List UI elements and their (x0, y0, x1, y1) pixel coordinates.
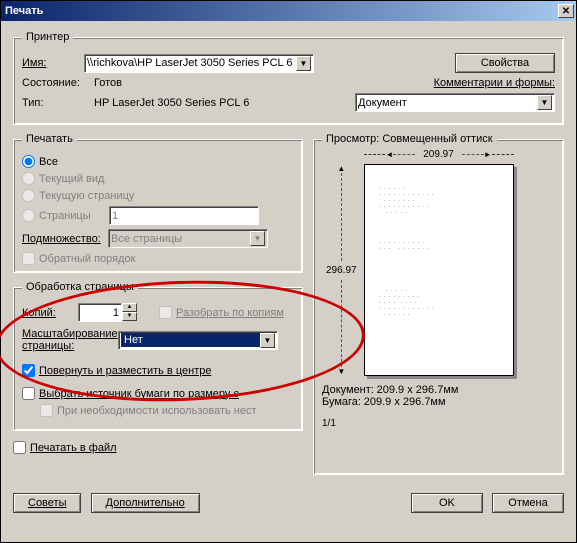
chevron-down-icon: ▼ (250, 231, 265, 246)
copies-input[interactable] (78, 303, 122, 322)
spin-up-icon[interactable]: ▲ (122, 303, 137, 312)
radio-current-page (22, 189, 35, 202)
handling-legend: Обработка страницы (22, 281, 138, 293)
radio-pages-label: Страницы (39, 210, 109, 222)
paper-value: 209.9 x 296.7мм (364, 396, 446, 408)
chevron-down-icon[interactable]: ▼ (537, 95, 552, 110)
source-label: Выбрать источник бумаги по размеру с (39, 388, 239, 400)
collate-checkbox (159, 306, 172, 319)
collate-label: Разобрать по копиям (176, 307, 284, 319)
print-to-file-label: Печатать в файл (30, 442, 117, 454)
width-dimension: ◄ 209.97 ► (364, 149, 514, 160)
reverse-checkbox (22, 252, 35, 265)
radio-all[interactable] (22, 155, 35, 168)
chevron-down-icon[interactable]: ▼ (296, 56, 311, 71)
tips-button[interactable]: Советы (13, 493, 81, 513)
width-value: 209.97 (423, 149, 454, 160)
comments-value: Документ (358, 97, 407, 109)
height-value: 296.97 (326, 265, 357, 276)
preview-legend: Просмотр: Совмещенный оттиск (322, 133, 497, 145)
state-value: Готов (94, 77, 122, 89)
cancel-button[interactable]: Отмена (492, 493, 564, 513)
paper-label: Бумага: (322, 396, 361, 408)
pages-input (109, 206, 259, 225)
comments-label: Комментарии и формы: (434, 77, 555, 89)
advanced-button[interactable]: Дополнительно (91, 493, 200, 513)
preview-group: Просмотр: Совмещенный оттиск ◄ 209.97 ► … (313, 133, 564, 475)
height-dimension: ▲ 296.97 ▼ (326, 164, 357, 376)
scale-label: Масштабирование страницы: (22, 328, 118, 352)
close-icon[interactable]: ✕ (558, 4, 574, 18)
reverse-label: Обратный порядок (39, 253, 135, 265)
radio-current-view-label: Текущий вид (39, 173, 104, 185)
page-preview: . . . . . .. . . . . . . . . . . . . . .… (364, 164, 514, 376)
range-legend: Печатать (22, 133, 77, 145)
source-checkbox[interactable] (22, 387, 35, 400)
ok-button[interactable]: OK (411, 493, 483, 513)
printer-legend: Принтер (22, 31, 73, 43)
subset-label: Подмножество: (22, 233, 108, 245)
properties-button[interactable]: Свойства (455, 53, 555, 73)
radio-current-page-label: Текущую страницу (39, 190, 134, 202)
doc-label: Документ: (322, 384, 374, 396)
type-value: HP LaserJet 3050 Series PCL 6 (94, 97, 249, 109)
radio-current-view (22, 172, 35, 185)
handling-group: Обработка страницы Копий: ▲▼ Разобрать п… (13, 281, 303, 431)
printer-group: Принтер Имя: \\richkova\HP LaserJet 3050… (13, 31, 564, 125)
subset-select: Все страницы ▼ (108, 229, 268, 248)
copies-spinner[interactable]: ▲▼ (78, 303, 137, 322)
rotate-label: Повернуть и разместить в центре (39, 365, 211, 377)
state-label: Состояние: (22, 77, 88, 89)
scale-select[interactable]: Нет ▼ (118, 331, 278, 350)
copies-label: Копий: (22, 307, 78, 319)
titlebar[interactable]: Печать ✕ (1, 1, 576, 21)
manual-checkbox (40, 404, 53, 417)
rotate-checkbox[interactable] (22, 364, 35, 377)
doc-value: 209.9 x 296.7мм (377, 384, 459, 396)
manual-label: При необходимости использовать нест (57, 405, 257, 417)
comments-select[interactable]: Документ ▼ (355, 93, 555, 112)
subset-value: Все страницы (111, 233, 182, 245)
printer-select[interactable]: \\richkova\HP LaserJet 3050 Series PCL 6… (84, 54, 314, 73)
chevron-down-icon[interactable]: ▼ (260, 333, 275, 348)
scale-value: Нет (121, 333, 260, 347)
print-dialog: Печать ✕ Принтер Имя: \\richkova\HP Lase… (0, 0, 577, 543)
printer-select-value: \\richkova\HP LaserJet 3050 Series PCL 6 (87, 57, 292, 69)
radio-all-label: Все (39, 156, 58, 168)
window-title: Печать (5, 5, 43, 17)
page-counter: 1/1 (322, 418, 555, 429)
range-group: Печатать Все Текущий вид Текущую страниц… (13, 133, 303, 273)
spin-down-icon[interactable]: ▼ (122, 312, 137, 321)
type-label: Тип: (22, 97, 88, 109)
printer-name-label: Имя: (22, 57, 78, 69)
radio-pages (22, 209, 35, 222)
print-to-file-checkbox[interactable] (13, 441, 26, 454)
